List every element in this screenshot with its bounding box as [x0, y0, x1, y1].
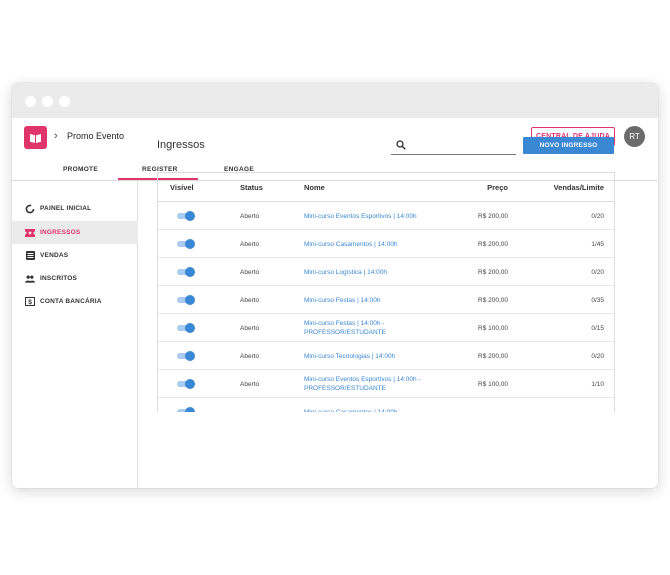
ticket-name-link[interactable]: Mini-curso Tecnologias | 14:00h [304, 352, 449, 361]
ticket-price: R$ 200,00 [478, 353, 508, 360]
ticket-sales-limit: 1/45 [591, 241, 604, 248]
visibility-toggle[interactable] [177, 239, 195, 249]
sidebar-item-ingressos[interactable]: INGRESSOS [12, 221, 138, 244]
ticket-status: Aberto [240, 381, 260, 388]
breadcrumb-chevron-icon: › [54, 130, 58, 142]
ticket-name-link[interactable]: Mini-curso Eventos Esportivos | 14:00h -… [304, 375, 449, 393]
sidebar-item-painel-inicial[interactable]: PAINEL INICIAL [12, 197, 138, 220]
ticket-price: R$ 200,00 [478, 297, 508, 304]
visibility-toggle[interactable] [177, 351, 195, 361]
ticket-price: R$ 200,00 [478, 213, 508, 220]
window-dot-icon[interactable] [59, 96, 70, 107]
sidebar-item-conta-bancaria[interactable]: $ CONTA BANCÁRIA [12, 290, 138, 313]
sidebar-item-inscritos[interactable]: INSCRITOS [12, 267, 138, 290]
window-titlebar [12, 83, 658, 118]
open-book-icon [30, 133, 41, 143]
avatar[interactable]: RT [624, 126, 645, 147]
ticket-status: Aberto [240, 241, 260, 248]
sidebar-item-label: CONTA BANCÁRIA [40, 298, 102, 305]
ticket-name-link[interactable]: Mini-curso Festas | 14:00h [304, 296, 449, 305]
list-icon [25, 251, 35, 261]
column-header-visible[interactable]: Visível [170, 183, 194, 192]
ticket-price: R$ 100,00 [478, 381, 508, 388]
sidebar-item-label: INGRESSOS [40, 229, 81, 236]
visibility-toggle[interactable] [177, 379, 195, 389]
bank-note-icon: $ [25, 297, 35, 307]
ticket-sales-limit: 0/35 [591, 297, 604, 304]
sidebar-item-label: VENDAS [40, 252, 69, 259]
tickets-table: Visível Status Nome Preço Vendas/Limite … [157, 172, 615, 412]
search-field[interactable] [391, 137, 516, 155]
ticket-sales-limit: 1/10 [591, 381, 604, 388]
table-row[interactable]: Aberto Mini-curso Eventos Esportivos | 14… [158, 202, 614, 230]
ticket-sales-limit: 0/20 [591, 353, 604, 360]
table-row[interactable]: Aberto Mini-curso Festas | 14:00h R$ 200,0… [158, 286, 614, 314]
table-row[interactable]: Aberto Mini-curso Festas | 14:00h - PROFE… [158, 314, 614, 342]
ticket-sales-limit: 0/15 [591, 325, 604, 332]
ticket-status: Aberto [240, 353, 260, 360]
table-header: Visível Status Nome Preço Vendas/Limite [158, 173, 614, 202]
sidebar-item-label: PAINEL INICIAL [40, 205, 92, 212]
ticket-sales-limit: 0/20 [591, 269, 604, 276]
tab-promote[interactable]: PROMOTE [63, 166, 98, 173]
search-icon [396, 140, 406, 150]
ticket-name-link[interactable]: Mini-curso Casamentos | 14:00h - [304, 408, 449, 412]
search-input[interactable] [411, 138, 511, 152]
sidebar-item-vendas[interactable]: VENDAS [12, 244, 138, 267]
people-icon [25, 274, 35, 284]
column-header-price[interactable]: Preço [487, 183, 508, 192]
window-dot-icon[interactable] [42, 96, 53, 107]
ticket-status: Aberto [240, 213, 260, 220]
sidebar: PAINEL INICIAL INGRESSOS VENDAS INSCRITO… [12, 181, 138, 488]
table-row[interactable]: Aberto Mini-curso Casamentos | 14:00h R$ 2… [158, 230, 614, 258]
ticket-name-link[interactable]: Mini-curso Logística | 14:00h [304, 268, 449, 277]
visibility-toggle[interactable] [177, 295, 195, 305]
ticket-name-link[interactable]: Mini-curso Festas | 14:00h - PROFESSOR/E… [304, 319, 449, 337]
visibility-toggle[interactable] [177, 407, 195, 412]
ticket-status: Aberto [240, 297, 260, 304]
dashboard-ring-icon [25, 204, 35, 214]
ticket-sales-limit: 0/20 [591, 213, 604, 220]
ticket-icon [25, 228, 35, 238]
svg-text:$: $ [28, 299, 32, 306]
ticket-name-link[interactable]: Mini-curso Casamentos | 14:00h [304, 240, 449, 249]
table-row[interactable]: Aberto Mini-curso Tecnologias | 14:00h R$ … [158, 342, 614, 370]
column-header-status[interactable]: Status [240, 183, 263, 192]
column-header-name[interactable]: Nome [304, 183, 325, 192]
app-logo[interactable] [24, 126, 47, 149]
visibility-toggle[interactable] [177, 211, 195, 221]
visibility-toggle[interactable] [177, 323, 195, 333]
ticket-status: Aberto [240, 325, 260, 332]
table-row[interactable]: Aberto Mini-curso Logística | 14:00h R$ 20… [158, 258, 614, 286]
ticket-status: Aberto [240, 269, 260, 276]
event-name[interactable]: Promo Evento [67, 131, 124, 141]
ticket-price: R$ 200,00 [478, 269, 508, 276]
table-row[interactable]: Mini-curso Casamentos | 14:00h - [158, 398, 614, 412]
column-header-sales-limit[interactable]: Vendas/Limite [554, 183, 604, 192]
ticket-name-link[interactable]: Mini-curso Eventos Esportivos | 14:00h [304, 212, 449, 221]
ticket-price: R$ 200,00 [478, 241, 508, 248]
page-title: Ingressos [157, 139, 205, 151]
ticket-price: R$ 100,00 [478, 325, 508, 332]
visibility-toggle[interactable] [177, 267, 195, 277]
table-row[interactable]: Aberto Mini-curso Eventos Esportivos | 14… [158, 370, 614, 398]
window-dot-icon[interactable] [25, 96, 36, 107]
sidebar-item-label: INSCRITOS [40, 275, 78, 282]
new-ticket-button[interactable]: NOVO INGRESSO [523, 137, 614, 154]
